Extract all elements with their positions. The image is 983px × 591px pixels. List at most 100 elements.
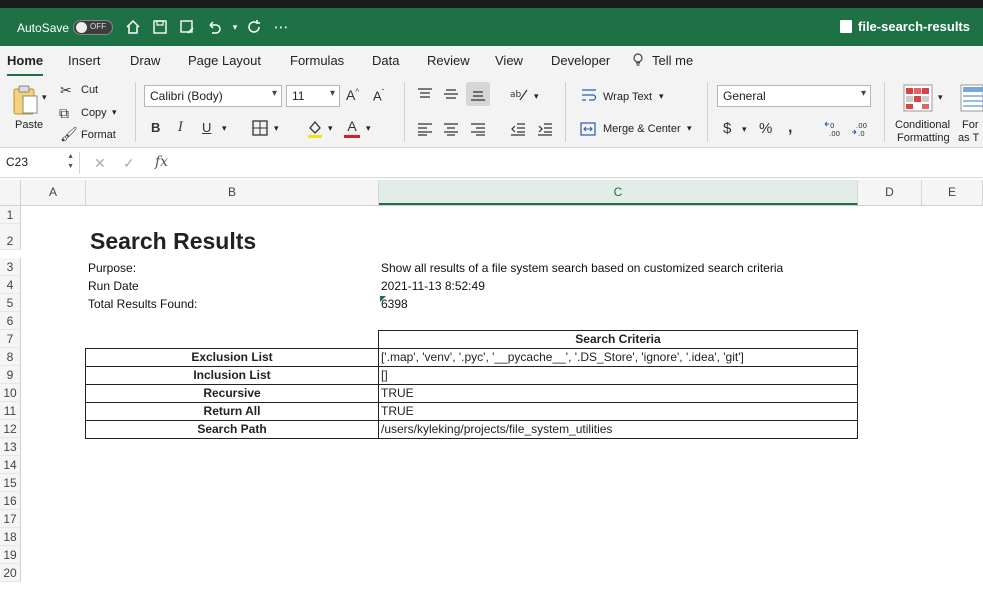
merge-center-dropdown-icon[interactable]: ▾ <box>687 123 692 134</box>
row-header[interactable]: 5 <box>0 294 21 312</box>
criteria-value-exclusion[interactable]: ['.map', 'venv', '.pyc', '__pycache__', … <box>379 349 857 367</box>
sheet-title[interactable]: Search Results <box>90 228 256 255</box>
criteria-label-search-path[interactable]: Search Path <box>86 421 378 439</box>
underline-icon[interactable]: U <box>202 120 211 135</box>
conditional-formatting-icon[interactable] <box>903 84 933 112</box>
tab-data[interactable]: Data <box>372 53 399 68</box>
save-icon[interactable] <box>151 18 169 36</box>
tab-formulas[interactable]: Formulas <box>290 53 344 68</box>
format-as-table-label-2[interactable]: as T <box>958 132 979 144</box>
criteria-label-inclusion[interactable]: Inclusion List <box>86 367 378 385</box>
percent-icon[interactable]: % <box>759 120 772 137</box>
criteria-value-search-path[interactable]: /users/kyleking/projects/file_system_uti… <box>379 421 857 439</box>
criteria-value-recursive[interactable]: TRUE <box>379 385 857 403</box>
font-color-dropdown-icon[interactable]: ▾ <box>366 123 371 134</box>
criteria-value-inclusion[interactable]: [] <box>379 367 857 385</box>
run-date-value[interactable]: 2021-11-13 8:52:49 <box>381 279 485 293</box>
orientation-icon[interactable]: ab <box>510 86 528 102</box>
row-header[interactable]: 15 <box>0 474 21 492</box>
row-header[interactable]: 10 <box>0 384 21 402</box>
undo-icon[interactable] <box>205 18 223 36</box>
decrease-indent-icon[interactable] <box>510 122 526 136</box>
cancel-icon[interactable]: ✕ <box>94 155 106 172</box>
increase-indent-icon[interactable] <box>537 122 553 136</box>
wrap-text-icon[interactable] <box>581 88 597 102</box>
wrap-text-dropdown-icon[interactable]: ▾ <box>659 91 664 102</box>
conditional-label[interactable]: Conditional <box>895 119 950 131</box>
redo-icon[interactable] <box>245 18 263 36</box>
tab-review[interactable]: Review <box>427 53 470 68</box>
criteria-label-recursive[interactable]: Recursive <box>86 385 378 403</box>
column-header-c[interactable]: C <box>379 180 858 205</box>
align-bottom-icon[interactable] <box>466 82 490 106</box>
row-header[interactable]: 1 <box>0 206 21 224</box>
row-header[interactable]: 16 <box>0 492 21 510</box>
row-header[interactable]: 4 <box>0 276 21 294</box>
column-header-a[interactable]: A <box>21 180 86 205</box>
underline-dropdown-icon[interactable]: ▾ <box>222 123 227 134</box>
total-results-label[interactable]: Total Results Found: <box>88 297 197 311</box>
name-box-stepper-icon[interactable]: ▲ ▼ <box>67 152 74 172</box>
paste-label[interactable]: Paste <box>15 119 43 131</box>
column-header-b[interactable]: B <box>86 180 379 205</box>
row-header[interactable]: 7 <box>0 330 21 348</box>
align-center-icon[interactable] <box>443 122 459 136</box>
wrap-text-label[interactable]: Wrap Text <box>603 91 652 103</box>
row-header[interactable]: 19 <box>0 546 21 564</box>
formatting-label[interactable]: Formatting <box>897 132 950 144</box>
criteria-value-return-all[interactable]: TRUE <box>379 403 857 421</box>
insert-function-icon[interactable]: fx <box>155 154 168 170</box>
row-header[interactable]: 17 <box>0 510 21 528</box>
font-color-icon[interactable]: A <box>343 118 361 138</box>
format-as-table-label-1[interactable]: For <box>962 119 979 131</box>
bold-icon[interactable]: B <box>151 120 160 135</box>
cut-icon[interactable]: ✂ <box>60 82 72 99</box>
number-format-dropdown[interactable]: General ▾ <box>717 85 871 107</box>
decrease-font-icon[interactable]: Aˇ <box>373 88 384 103</box>
comma-style-icon[interactable]: , <box>788 119 792 137</box>
conditional-formatting-dropdown-icon[interactable]: ▾ <box>938 92 943 103</box>
row-header[interactable]: 3 <box>0 258 21 276</box>
run-date-label[interactable]: Run Date <box>88 279 139 293</box>
merge-center-label[interactable]: Merge & Center <box>603 123 681 135</box>
purpose-label[interactable]: Purpose: <box>88 261 136 275</box>
italic-icon[interactable]: I <box>178 120 183 135</box>
row-header[interactable]: 8 <box>0 348 21 366</box>
decrease-decimal-icon[interactable]: .00.0 <box>851 120 871 138</box>
orientation-dropdown-icon[interactable]: ▾ <box>534 91 539 102</box>
borders-dropdown-icon[interactable]: ▾ <box>274 123 279 134</box>
row-header[interactable]: 18 <box>0 528 21 546</box>
home-icon[interactable] <box>124 18 142 36</box>
autosave-toggle[interactable]: OFF <box>73 20 113 35</box>
align-top-icon[interactable] <box>417 87 433 101</box>
tab-draw[interactable]: Draw <box>130 53 160 68</box>
tab-view[interactable]: View <box>495 53 523 68</box>
row-header[interactable]: 2 <box>0 224 21 250</box>
format-painter-icon[interactable]: 🖌 <box>60 126 78 143</box>
merge-center-icon[interactable] <box>580 122 596 136</box>
column-header-e[interactable]: E <box>922 180 983 205</box>
row-header[interactable]: 13 <box>0 438 21 456</box>
format-as-table-icon[interactable] <box>960 84 983 112</box>
cut-label[interactable]: Cut <box>81 84 98 96</box>
font-name-dropdown[interactable]: Calibri (Body) ▾ <box>144 85 282 107</box>
column-header-d[interactable]: D <box>858 180 922 205</box>
tell-me-lightbulb-icon[interactable] <box>632 53 644 70</box>
paste-dropdown-icon[interactable]: ▾ <box>42 92 47 103</box>
currency-icon[interactable]: $ <box>723 120 731 137</box>
row-header[interactable]: 6 <box>0 312 21 330</box>
currency-dropdown-icon[interactable]: ▾ <box>742 124 747 135</box>
save-as-icon[interactable] <box>178 18 196 36</box>
font-size-dropdown[interactable]: 11 ▾ <box>286 85 340 107</box>
total-results-value[interactable]: 6398 <box>381 297 408 311</box>
copy-dropdown-icon[interactable]: ▾ <box>112 107 117 118</box>
criteria-label-exclusion[interactable]: Exclusion List <box>86 349 378 367</box>
borders-icon[interactable] <box>252 120 268 136</box>
enter-check-icon[interactable]: ✓ <box>123 155 135 172</box>
more-icon[interactable]: ⋯ <box>272 18 290 36</box>
paste-icon[interactable] <box>11 84 41 116</box>
select-all-corner[interactable] <box>0 180 21 205</box>
increase-decimal-icon[interactable]: 0.00 <box>824 120 844 138</box>
undo-dropdown-icon[interactable]: ▾ <box>226 18 244 36</box>
tab-home[interactable]: Home <box>7 53 44 77</box>
